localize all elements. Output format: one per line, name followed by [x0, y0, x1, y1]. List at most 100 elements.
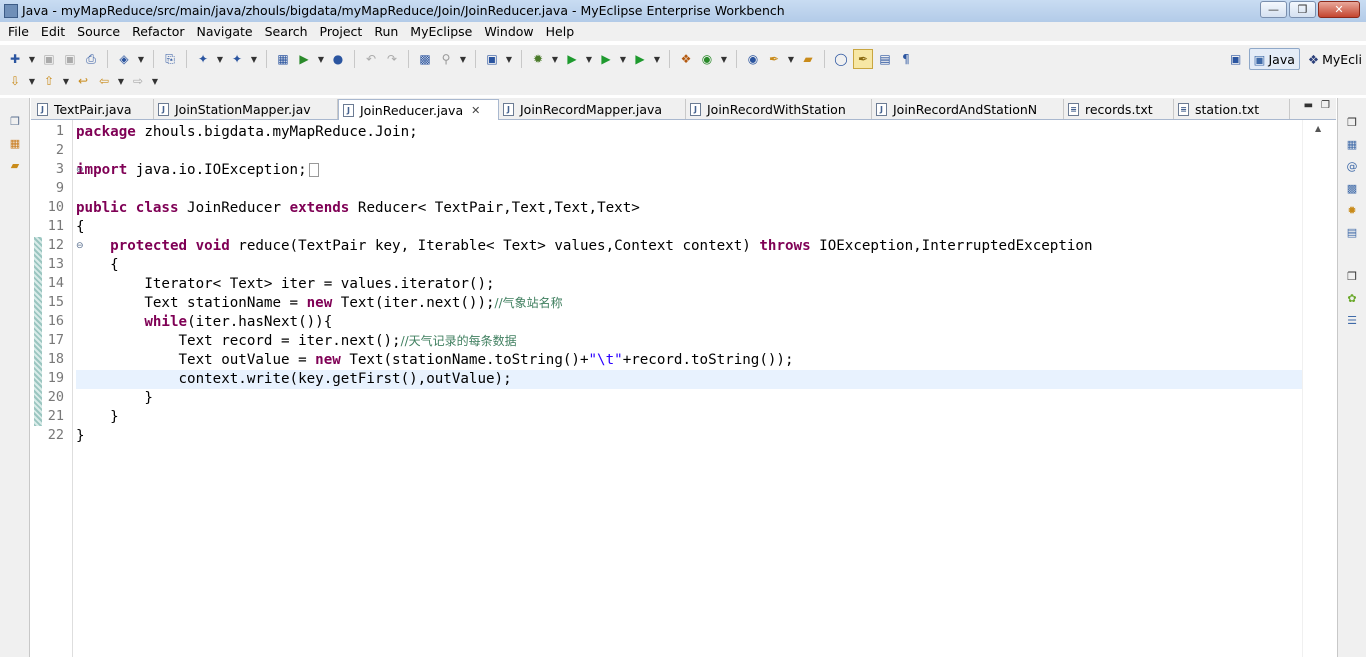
- pin-icon[interactable]: ◯: [832, 50, 850, 68]
- restore-view-icon[interactable]: ❐: [1344, 114, 1360, 130]
- new-package-icon[interactable]: ✦: [228, 50, 246, 68]
- last-edit-location-icon[interactable]: ↩: [74, 72, 92, 90]
- open-task-icon[interactable]: ◉: [744, 50, 762, 68]
- line-number: 22: [47, 427, 64, 443]
- back-icon[interactable]: ⇦: [95, 72, 113, 90]
- maximize-button[interactable]: ❐: [1289, 1, 1316, 18]
- new-dropdown-icon[interactable]: ▼: [27, 50, 37, 68]
- outline-icon[interactable]: ☰: [1344, 312, 1360, 328]
- toolbar-separator: [669, 50, 670, 68]
- new-web-project-icon[interactable]: ◈: [115, 50, 133, 68]
- minimize-editor-icon[interactable]: ▬: [1304, 100, 1313, 111]
- dropdown-icon[interactable]: ▼: [719, 50, 729, 68]
- code-text-area[interactable]: package zhouls.bigdata.myMapReduce.Join;…: [76, 120, 1302, 657]
- previous-annotation-icon[interactable]: ⇧: [40, 72, 58, 90]
- debug-icon[interactable]: ✹: [529, 50, 547, 68]
- tab-textpair[interactable]: J TextPair.java: [33, 99, 154, 119]
- open-type-icon[interactable]: ▩: [416, 50, 434, 68]
- java-perspective-button[interactable]: ▣ Java: [1248, 48, 1300, 70]
- new-interface-icon[interactable]: ◉: [698, 50, 716, 68]
- pen-icon[interactable]: ✒: [765, 50, 783, 68]
- new-icon[interactable]: ✚: [6, 50, 24, 68]
- block-selection-icon[interactable]: ▤: [876, 50, 894, 68]
- problems-icon[interactable]: ▦: [1344, 136, 1360, 152]
- next-annotation-icon[interactable]: ⇩: [6, 72, 24, 90]
- toolbar-separator: [521, 50, 522, 68]
- new-java-project-icon[interactable]: ✦: [194, 50, 212, 68]
- myeclipse-perspective-button[interactable]: ❖ MyEcli: [1304, 49, 1366, 69]
- dropdown-icon[interactable]: ▼: [249, 50, 259, 68]
- close-tab-icon[interactable]: ✕: [471, 104, 480, 117]
- open-terminal-icon[interactable]: ⎘: [161, 50, 179, 68]
- run-last-tool-icon[interactable]: ▶: [597, 50, 615, 68]
- dropdown-icon[interactable]: ▼: [61, 72, 71, 90]
- menu-source[interactable]: Source: [71, 24, 126, 39]
- scroll-up-icon[interactable]: ▲: [1315, 124, 1321, 133]
- package-explorer-icon[interactable]: ▦: [8, 136, 22, 150]
- redo-edit-icon[interactable]: ↷: [383, 50, 401, 68]
- dropdown-icon[interactable]: ▼: [652, 50, 662, 68]
- run-icon[interactable]: ▶: [563, 50, 581, 68]
- dropdown-icon[interactable]: ▼: [116, 72, 126, 90]
- menu-search[interactable]: Search: [259, 24, 314, 39]
- dropdown-icon[interactable]: ▼: [786, 50, 796, 68]
- tab-joinrecordwithstation[interactable]: J JoinRecordWithStation: [686, 99, 872, 119]
- console-icon[interactable]: ▤: [1344, 224, 1360, 240]
- deploy-icon[interactable]: ▦: [274, 50, 292, 68]
- open-perspective-icon[interactable]: ▣: [1227, 50, 1245, 68]
- close-button[interactable]: ✕: [1318, 1, 1360, 18]
- new-class-icon[interactable]: ❖: [677, 50, 695, 68]
- declaration-icon[interactable]: ▩: [1344, 180, 1360, 196]
- menu-file[interactable]: File: [2, 24, 35, 39]
- print-icon[interactable]: ⎙: [82, 50, 100, 68]
- menu-help[interactable]: Help: [540, 24, 581, 39]
- browser-icon[interactable]: ●: [329, 50, 347, 68]
- maximize-editor-icon[interactable]: ❐: [1321, 100, 1330, 111]
- outline-leaf-icon[interactable]: ✿: [1344, 290, 1360, 306]
- dropdown-icon[interactable]: ▼: [136, 50, 146, 68]
- screenshot-icon[interactable]: ▣: [483, 50, 501, 68]
- restore-view-icon[interactable]: ❐: [8, 114, 22, 128]
- dropdown-icon[interactable]: ▼: [458, 50, 468, 68]
- navigator-icon[interactable]: ▰: [8, 158, 22, 172]
- dropdown-icon[interactable]: ▼: [316, 50, 326, 68]
- dropdown-icon[interactable]: ▼: [27, 72, 37, 90]
- toggle-mark-occurrences-icon[interactable]: ✒: [853, 49, 873, 69]
- menu-window[interactable]: Window: [478, 24, 539, 39]
- menu-refactor[interactable]: Refactor: [126, 24, 190, 39]
- collapsed-imports-marker[interactable]: [308, 163, 319, 177]
- minimize-button[interactable]: —: [1260, 1, 1287, 18]
- restore-view-icon[interactable]: ❐: [1344, 268, 1360, 284]
- forward-icon[interactable]: ⇨: [129, 72, 147, 90]
- dropdown-icon[interactable]: ▼: [584, 50, 594, 68]
- external-tools-icon[interactable]: ▶: [631, 50, 649, 68]
- open-folder-icon[interactable]: ▰: [799, 50, 817, 68]
- dropdown-icon[interactable]: ▼: [215, 50, 225, 68]
- undo-edit-icon[interactable]: ↶: [362, 50, 380, 68]
- dropdown-icon[interactable]: ▼: [150, 72, 160, 90]
- save-icon[interactable]: ▣: [40, 50, 58, 68]
- tab-joinrecordmapper[interactable]: J JoinRecordMapper.java: [499, 99, 686, 119]
- servers-icon[interactable]: ✹: [1344, 202, 1360, 218]
- javadoc-icon[interactable]: @: [1344, 158, 1360, 174]
- menu-myeclipse[interactable]: MyEclipse: [404, 24, 478, 39]
- show-whitespace-icon[interactable]: ¶: [897, 50, 915, 68]
- dropdown-icon[interactable]: ▼: [618, 50, 628, 68]
- run-server-icon[interactable]: ▶: [295, 50, 313, 68]
- code-line: }: [76, 390, 153, 406]
- tab-station-txt[interactable]: ≡ station.txt: [1174, 99, 1290, 119]
- dropdown-icon[interactable]: ▼: [504, 50, 514, 68]
- search-icon[interactable]: ⚲: [437, 50, 455, 68]
- menu-navigate[interactable]: Navigate: [191, 24, 259, 39]
- menu-run[interactable]: Run: [368, 24, 404, 39]
- tab-records-txt[interactable]: ≡ records.txt: [1064, 99, 1174, 119]
- menu-project[interactable]: Project: [314, 24, 369, 39]
- editor-vertical-scrollbar[interactable]: ▲: [1302, 120, 1336, 657]
- code-editor[interactable]: 1 2 3 9 10 11 12 13 14 15 16 17 18 19 20…: [31, 120, 1336, 657]
- save-all-icon[interactable]: ▣: [61, 50, 79, 68]
- menu-edit[interactable]: Edit: [35, 24, 71, 39]
- tab-joinrecordandstationname[interactable]: J JoinRecordAndStationN: [872, 99, 1064, 119]
- dropdown-icon[interactable]: ▼: [550, 50, 560, 68]
- tab-joinstationmapper[interactable]: J JoinStationMapper.jav: [154, 99, 338, 119]
- tab-joinreducer[interactable]: J JoinReducer.java ✕: [338, 99, 499, 120]
